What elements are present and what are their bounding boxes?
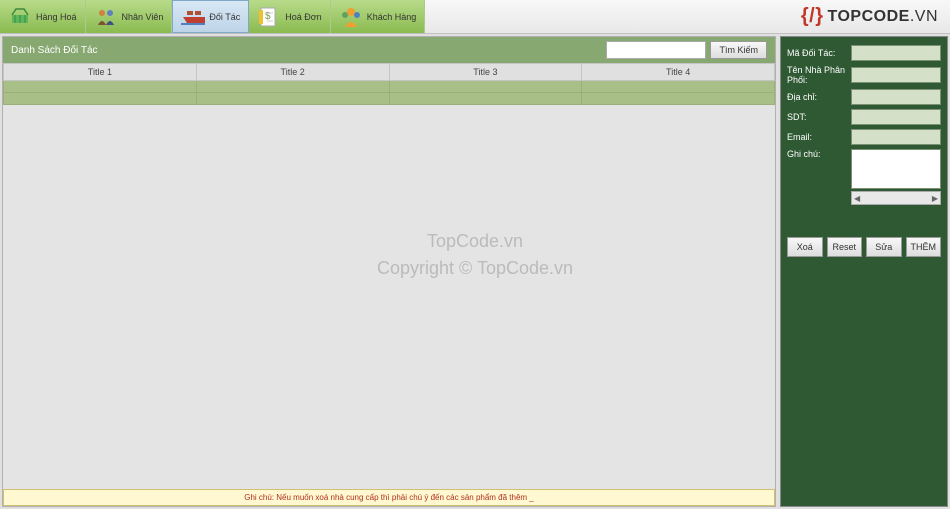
col-header[interactable]: Title 2 (196, 64, 389, 81)
logo-suffix: .VN (910, 8, 938, 26)
panel-header: Danh Sách Đối Tác Tìm Kiếm (3, 37, 775, 63)
invoice-icon: $ (257, 5, 281, 29)
panel-title: Danh Sách Đối Tác (11, 45, 606, 56)
col-header[interactable]: Title 1 (4, 64, 197, 81)
table-area[interactable]: Title 1 Title 2 Title 3 Title 4 (3, 63, 775, 489)
input-dia-chi[interactable] (851, 89, 941, 105)
form-panel: Mã Đối Tác: Tên Nhà Phân Phối: Địa chỉ: … (780, 36, 948, 507)
tab-doi-tac[interactable]: Đối Tác (172, 0, 249, 33)
table-row[interactable] (4, 93, 775, 105)
table-row[interactable] (4, 81, 775, 93)
input-ten-nha-phan-phoi[interactable] (851, 67, 941, 83)
input-email[interactable] (851, 129, 941, 145)
input-ma-doi-tac[interactable] (851, 45, 941, 61)
tab-label: Đối Tác (209, 12, 240, 22)
search-button[interactable]: Tìm Kiếm (710, 41, 767, 59)
data-table: Title 1 Title 2 Title 3 Title 4 (3, 63, 775, 105)
label-ghichu: Ghi chú: (787, 149, 847, 159)
col-header[interactable]: Title 4 (582, 64, 775, 81)
tab-label: Hoá Đơn (285, 12, 321, 22)
tab-label: Khách Hàng (367, 12, 417, 22)
label-ten: Tên Nhà Phân Phối: (787, 65, 847, 85)
people-icon (94, 5, 118, 29)
label-ma: Mã Đối Tác: (787, 48, 847, 58)
tab-hoa-don[interactable]: $ Hoá Đơn (249, 0, 330, 33)
col-header[interactable]: Title 3 (389, 64, 582, 81)
button-row: Xoá Reset Sửa THÊM (787, 237, 941, 257)
footer-note: Ghi chú: Nếu muốn xoá nhà cung cấp thì p… (3, 489, 775, 506)
delete-button[interactable]: Xoá (787, 237, 823, 257)
tab-nhan-vien[interactable]: Nhân Viên (86, 0, 173, 33)
input-ghi-chu[interactable] (851, 149, 941, 189)
tab-label: Nhân Viên (122, 12, 164, 22)
list-panel: Danh Sách Đối Tác Tìm Kiếm Title 1 Title… (2, 36, 776, 507)
label-diachi: Địa chỉ: (787, 92, 847, 102)
tab-khach-hang[interactable]: Khách Hàng (331, 0, 426, 33)
customer-icon (339, 5, 363, 29)
textarea-scrollbar[interactable]: ◀▶ (851, 191, 941, 205)
input-sdt[interactable] (851, 109, 941, 125)
label-email: Email: (787, 132, 847, 142)
search-input[interactable] (606, 41, 706, 59)
basket-icon (8, 5, 32, 29)
logo-bracket-icon: {/} (801, 5, 824, 28)
logo: {/} TOPCODE .VN (789, 0, 950, 33)
ship-icon (181, 5, 205, 29)
label-sdt: SDT: (787, 112, 847, 122)
tab-hang-hoa[interactable]: Hàng Hoá (0, 0, 86, 33)
add-button[interactable]: THÊM (906, 237, 942, 257)
toolbar: Hàng Hoá Nhân Viên Đối Tác $ Hoá Đơn Khá… (0, 0, 950, 34)
logo-text: TOPCODE (828, 8, 910, 26)
reset-button[interactable]: Reset (827, 237, 863, 257)
edit-button[interactable]: Sửa (866, 237, 902, 257)
tab-label: Hàng Hoá (36, 12, 77, 22)
